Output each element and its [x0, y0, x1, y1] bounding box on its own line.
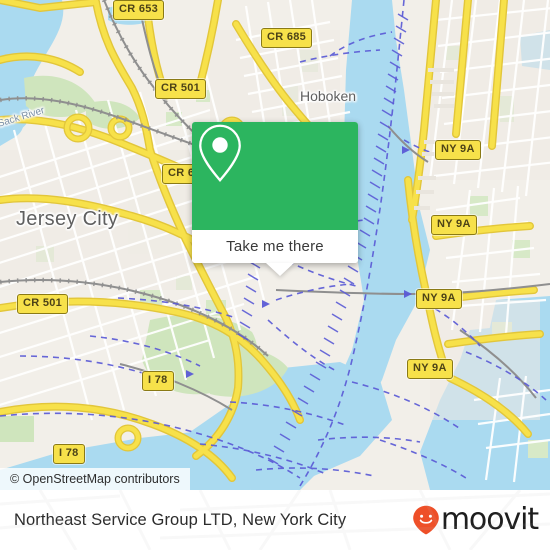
road-shield-cr-685: CR 685	[261, 28, 313, 48]
popup-header	[192, 122, 358, 230]
map-pin-icon	[199, 124, 241, 182]
road-shield-cr-501-north: CR 501	[155, 79, 207, 99]
footer-bar: Northeast Service Group LTD, New York Ci…	[0, 490, 550, 550]
footer-map-watermark	[0, 490, 550, 550]
map-canvas[interactable]: Jersey City Hoboken Sack River CR 653 CR…	[0, 0, 550, 490]
road-shield-cr-653: CR 653	[113, 0, 165, 20]
popup-pointer-tail	[266, 263, 294, 276]
road-shield-i-78-north: I 78	[142, 371, 174, 391]
map-screenshot: Jersey City Hoboken Sack River CR 653 CR…	[0, 0, 550, 550]
road-shield-i-78-south: I 78	[53, 444, 85, 464]
location-popup-card[interactable]: Take me there	[192, 122, 358, 276]
road-shield-ny-9a-bottom: NY 9A	[407, 359, 453, 379]
osm-attribution[interactable]: © OpenStreetMap contributors	[0, 468, 190, 490]
take-me-there-button[interactable]: Take me there	[192, 230, 358, 263]
road-shield-ny-9a-mid: NY 9A	[431, 215, 477, 235]
road-shield-ny-9a-lower: NY 9A	[416, 289, 462, 309]
road-shield-ny-9a-north: NY 9A	[435, 140, 481, 160]
road-shield-cr-501-south: CR 501	[17, 294, 69, 314]
